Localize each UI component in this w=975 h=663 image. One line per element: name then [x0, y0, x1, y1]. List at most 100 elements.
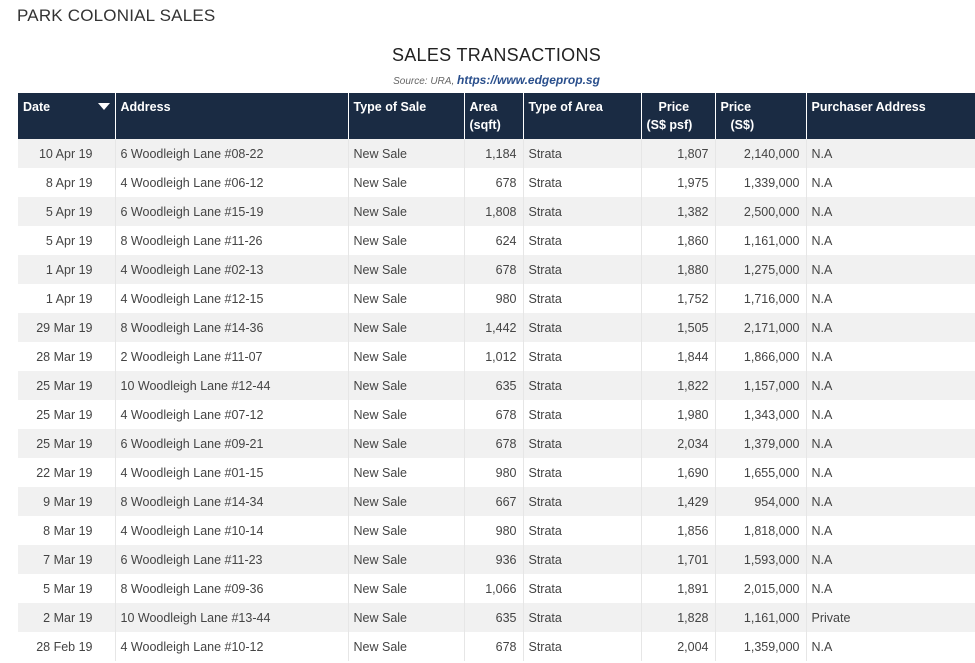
table-row: 8 Apr 19 4 Woodleigh Lane #06-12 New Sale 6… — [18, 168, 975, 197]
cell-address: 10 Woodleigh Lane #12-44 — [115, 371, 349, 400]
cell-type-of-area: Strata — [523, 168, 642, 197]
cell-price-psf: 1,701 — [641, 545, 716, 574]
cell-date: 28 Mar 19 — [18, 342, 116, 371]
header-address[interactable]: Address — [115, 93, 349, 139]
cell-address: 8 Woodleigh Lane #14-34 — [115, 487, 349, 516]
cell-price: 1,157,000 — [715, 371, 807, 400]
table-row: 9 Mar 19 8 Woodleigh Lane #14-34 New Sale 6… — [18, 487, 975, 516]
cell-address: 6 Woodleigh Lane #08-22 — [115, 139, 349, 168]
cell-address: 8 Woodleigh Lane #14-36 — [115, 313, 349, 342]
table-row: 22 Mar 19 4 Woodleigh Lane #01-15 New Sale… — [18, 458, 975, 487]
cell-area: 678 — [464, 429, 524, 458]
cell-area: 936 — [464, 545, 524, 574]
header-type-of-sale[interactable]: Type of Sale — [348, 93, 465, 139]
cell-area: 1,012 — [464, 342, 524, 371]
page: PARK COLONIAL SALES SALES TRANSACTIONS S… — [0, 0, 975, 663]
cell-type-of-sale: New Sale — [348, 516, 465, 545]
cell-address: 4 Woodleigh Lane #02-13 — [115, 255, 349, 284]
cell-purchaser-address: N.A — [806, 313, 975, 342]
cell-address: 4 Woodleigh Lane #10-14 — [115, 516, 349, 545]
page-title: PARK COLONIAL SALES — [17, 6, 216, 25]
cell-address: 8 Woodleigh Lane #11-26 — [115, 226, 349, 255]
header-date[interactable]: Date — [18, 93, 116, 139]
header-date-label: Date — [23, 100, 51, 114]
cell-price-psf: 1,891 — [641, 574, 716, 603]
cell-area: 667 — [464, 487, 524, 516]
cell-price-psf: 1,844 — [641, 342, 716, 371]
cell-price: 1,593,000 — [715, 545, 807, 574]
cell-type-of-sale: New Sale — [348, 603, 465, 632]
cell-purchaser-address: Private — [806, 603, 975, 632]
cell-price: 2,015,000 — [715, 574, 807, 603]
cell-purchaser-address: N.A — [806, 516, 975, 545]
cell-type-of-sale: New Sale — [348, 574, 465, 603]
cell-purchaser-address: N.A — [806, 632, 975, 661]
table-row: 25 Mar 19 10 Woodleigh Lane #12-44 New Sal… — [18, 371, 975, 400]
cell-date: 2 Mar 19 — [18, 603, 116, 632]
table-row: 5 Apr 19 6 Woodleigh Lane #15-19 New Sale 1… — [18, 197, 975, 226]
cell-price: 1,339,000 — [715, 168, 807, 197]
cell-type-of-area: Strata — [523, 603, 642, 632]
cell-area: 624 — [464, 226, 524, 255]
cell-date: 5 Apr 19 — [18, 226, 116, 255]
cell-area: 635 — [464, 371, 524, 400]
cell-purchaser-address: N.A — [806, 255, 975, 284]
source-label: Source: URA, — [393, 76, 455, 87]
cell-purchaser-address: N.A — [806, 400, 975, 429]
cell-price-psf: 1,860 — [641, 226, 716, 255]
header-price-unit: (S$) — [730, 118, 755, 132]
table-row: 25 Mar 19 4 Woodleigh Lane #07-12 New Sale… — [18, 400, 975, 429]
header-address-label: Address — [120, 100, 171, 114]
header-type-of-area-label: Type of Area — [528, 100, 603, 114]
cell-type-of-sale: New Sale — [348, 197, 465, 226]
cell-address: 6 Woodleigh Lane #15-19 — [115, 197, 349, 226]
cell-type-of-sale: New Sale — [348, 226, 465, 255]
table-header-row: Date Address Type of Sale Area (sqft) Ty… — [18, 93, 975, 139]
table-row: 25 Mar 19 6 Woodleigh Lane #09-21 New Sale… — [18, 429, 975, 458]
cell-type-of-area: Strata — [523, 255, 642, 284]
cell-purchaser-address: N.A — [806, 545, 975, 574]
table-row: 28 Feb 19 4 Woodleigh Lane #10-12 New Sale… — [18, 632, 975, 661]
table-body: 10 Apr 19 6 Woodleigh Lane #08-22 New Sale… — [18, 139, 975, 661]
cell-price: 954,000 — [715, 487, 807, 516]
cell-price-psf: 1,505 — [641, 313, 716, 342]
cell-price-psf: 1,429 — [641, 487, 716, 516]
header-area[interactable]: Area (sqft) — [464, 93, 524, 139]
cell-purchaser-address: N.A — [806, 429, 975, 458]
cell-purchaser-address: N.A — [806, 487, 975, 516]
cell-type-of-sale: New Sale — [348, 632, 465, 661]
sort-down-icon[interactable] — [97, 103, 110, 110]
cell-type-of-sale: New Sale — [348, 255, 465, 284]
table-row: 7 Mar 19 6 Woodleigh Lane #11-23 New Sale 9… — [18, 545, 975, 574]
cell-date: 1 Apr 19 — [18, 255, 116, 284]
cell-area: 1,442 — [464, 313, 524, 342]
cell-type-of-area: Strata — [523, 458, 642, 487]
cell-purchaser-address: N.A — [806, 458, 975, 487]
header-purchaser-address[interactable]: Purchaser Address — [806, 93, 975, 139]
cell-date: 5 Apr 19 — [18, 197, 116, 226]
table-row: 1 Apr 19 4 Woodleigh Lane #02-13 New Sale 6… — [18, 255, 975, 284]
cell-price: 1,275,000 — [715, 255, 807, 284]
cell-date: 10 Apr 19 — [18, 139, 116, 168]
cell-type-of-sale: New Sale — [348, 545, 465, 574]
header-type-of-sale-label: Type of Sale — [353, 100, 427, 114]
cell-purchaser-address: N.A — [806, 168, 975, 197]
cell-type-of-area: Strata — [523, 371, 642, 400]
cell-price-psf: 1,975 — [641, 168, 716, 197]
cell-type-of-area: Strata — [523, 487, 642, 516]
cell-price-psf: 1,752 — [641, 284, 716, 313]
cell-price: 1,655,000 — [715, 458, 807, 487]
header-price[interactable]: Price (S$) — [715, 93, 807, 139]
cell-type-of-area: Strata — [523, 197, 642, 226]
header-type-of-area[interactable]: Type of Area — [523, 93, 642, 139]
source-link[interactable]: https://www.edgeprop.sg — [457, 73, 600, 87]
header-price-psf[interactable]: Price (S$ psf) — [641, 93, 716, 139]
cell-type-of-area: Strata — [523, 545, 642, 574]
cell-date: 28 Feb 19 — [18, 632, 116, 661]
cell-purchaser-address: N.A — [806, 197, 975, 226]
cell-type-of-sale: New Sale — [348, 313, 465, 342]
cell-area: 678 — [464, 255, 524, 284]
cell-date: 25 Mar 19 — [18, 400, 116, 429]
cell-type-of-area: Strata — [523, 516, 642, 545]
cell-address: 4 Woodleigh Lane #12-15 — [115, 284, 349, 313]
